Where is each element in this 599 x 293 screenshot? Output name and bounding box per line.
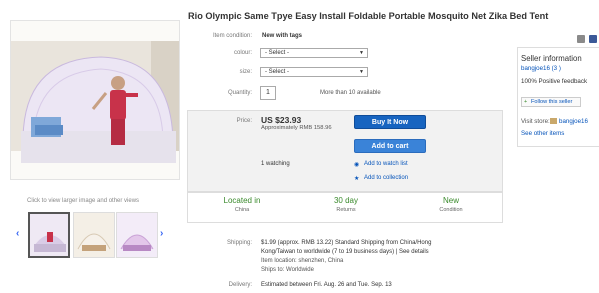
size-select-value: - Select - bbox=[265, 69, 290, 75]
ships-to: Ships to: Worldwide bbox=[261, 267, 314, 273]
facebook-share-icon[interactable] bbox=[589, 35, 597, 43]
star-icon: ★ bbox=[354, 176, 360, 182]
add-to-collection-link[interactable]: Add to collection bbox=[364, 175, 408, 181]
colour-select-value: - Select - bbox=[265, 50, 290, 56]
shipping-label: Shipping: bbox=[226, 240, 252, 246]
condition-value: New with tags bbox=[262, 33, 303, 39]
delivery-label: Delivery: bbox=[228, 282, 252, 288]
fact-location-head: Located in bbox=[223, 196, 261, 205]
colour-label: colour: bbox=[233, 50, 252, 56]
plus-icon: + bbox=[524, 99, 528, 105]
quantity-input[interactable]: 1 bbox=[260, 86, 276, 100]
shipping-line-2: Kong/Taiwan to worldwide (7 to 19 busine… bbox=[261, 249, 429, 255]
seller-feedback: 100% Positive feedback bbox=[521, 78, 588, 85]
eye-icon: ◉ bbox=[354, 162, 360, 168]
thumbnail-2[interactable] bbox=[73, 212, 115, 258]
item-location: Item location: shenzhen, China bbox=[261, 258, 344, 264]
follow-seller-button[interactable]: + Follow this seller bbox=[521, 97, 581, 107]
price-approx: Approximately RMB 158.96 bbox=[261, 125, 332, 131]
fact-location-sub: China bbox=[234, 207, 250, 213]
thumbnail-3[interactable] bbox=[116, 212, 158, 258]
item-title: Rio Olympic Same Tpye Easy Install Folda… bbox=[188, 11, 549, 21]
gallery-caption: Click to view larger image and other vie… bbox=[27, 198, 140, 204]
main-product-image[interactable] bbox=[10, 20, 180, 180]
gallery-prev-arrow-icon[interactable]: ‹ bbox=[16, 228, 19, 239]
quantity-label: Quantity: bbox=[227, 90, 252, 96]
add-to-cart-button[interactable]: Add to cart bbox=[354, 139, 426, 153]
fact-condition-head: New bbox=[442, 196, 459, 205]
buy-it-now-button[interactable]: Buy It Now bbox=[354, 115, 426, 129]
quantity-available: More than 10 available bbox=[320, 90, 381, 96]
seller-heading: Seller information bbox=[521, 54, 582, 63]
thumbnail-1[interactable] bbox=[28, 212, 70, 258]
fact-condition-sub: Condition bbox=[439, 207, 463, 213]
follow-seller-label: Follow this seller bbox=[531, 99, 573, 105]
fact-returns-head: 30 day bbox=[333, 196, 359, 205]
visit-store-label: Visit store: bbox=[521, 118, 550, 125]
delivery-estimate: Estimated between Fri. Aug. 26 and Tue. … bbox=[261, 282, 392, 288]
chevron-down-icon: ▼ bbox=[359, 50, 364, 56]
email-share-icon[interactable] bbox=[577, 35, 585, 43]
gallery-next-arrow-icon[interactable]: › bbox=[160, 228, 163, 239]
watching-count: 1 watching bbox=[261, 161, 290, 167]
price: US $23.93 bbox=[261, 115, 302, 125]
condition-label: Item condition: bbox=[212, 33, 252, 39]
price-label: Price: bbox=[236, 118, 252, 124]
fact-returns-sub: Returns bbox=[336, 207, 356, 213]
shipping-line-1: $1.99 (approx. RMB 13.22) Standard Shipp… bbox=[261, 240, 432, 246]
add-to-watch-list-link[interactable]: Add to watch list bbox=[364, 161, 408, 167]
seller-name-link[interactable]: bangjoe16 (3 ) bbox=[521, 65, 561, 72]
chevron-down-icon: ▼ bbox=[359, 69, 364, 75]
see-other-items-link[interactable]: See other items bbox=[521, 130, 564, 137]
size-select[interactable]: - Select - ▼ bbox=[260, 67, 368, 77]
colour-select[interactable]: - Select - ▼ bbox=[260, 48, 368, 58]
store-link[interactable]: bangjoe16 bbox=[559, 118, 588, 125]
size-label: size: bbox=[239, 69, 252, 75]
store-icon bbox=[550, 118, 557, 124]
